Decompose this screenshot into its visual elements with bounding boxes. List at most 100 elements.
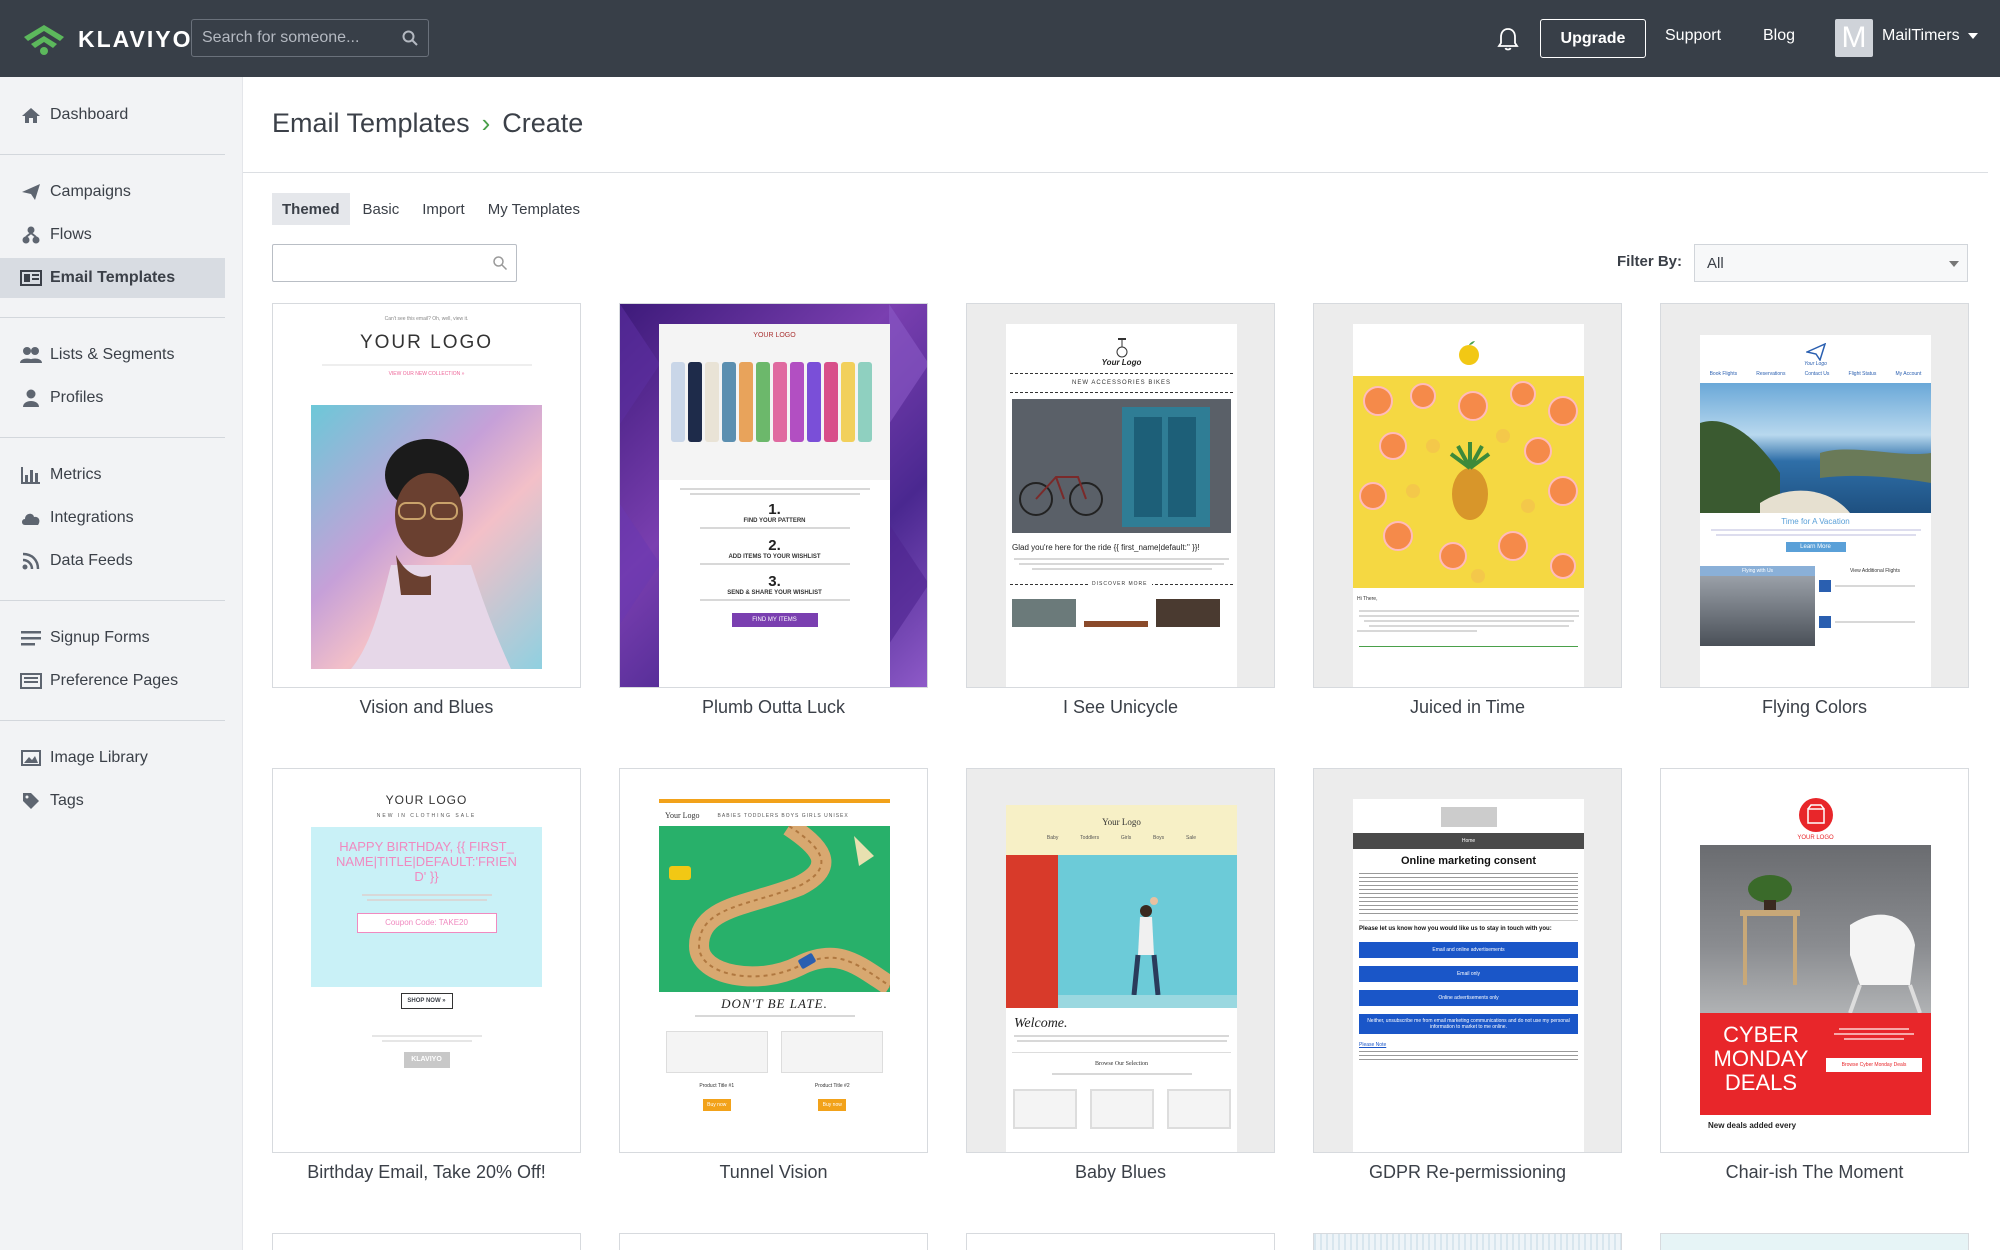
sidebar-item-lists-segments[interactable]: Lists & Segments	[0, 335, 225, 375]
preview-section-label: View Additional Flights	[1850, 568, 1900, 574]
paper-plane-icon	[20, 182, 42, 202]
sidebar-item-metrics[interactable]: Metrics	[0, 455, 225, 495]
template-search-input[interactable]	[273, 245, 516, 281]
template-title[interactable]: GDPR Re-permissioning	[1313, 1162, 1622, 1183]
template-card-birthday-email[interactable]: YOUR LOGO NEW IN CLOTHING SALE HAPPY BIR…	[272, 768, 581, 1183]
template-title[interactable]: Tunnel Vision	[619, 1162, 928, 1183]
tab-basic[interactable]: Basic	[353, 193, 410, 225]
template-card-baby-blues[interactable]: Your Logo Baby Toddlers Girls Boys Sale …	[966, 768, 1275, 1183]
account-caret-down-icon[interactable]	[1968, 33, 1978, 39]
tab-my-templates[interactable]: My Templates	[478, 193, 590, 225]
preview-option-button: Online advertisements only	[1359, 990, 1578, 1006]
preview-question: Please let us know how you would like us…	[1359, 926, 1552, 932]
template-card-partial[interactable]	[272, 1233, 581, 1250]
tab-themed[interactable]: Themed	[272, 193, 350, 225]
rss-icon	[20, 551, 42, 571]
divider	[0, 317, 225, 318]
sidebar-item-tags[interactable]: Tags	[0, 781, 225, 821]
form-icon	[20, 628, 42, 648]
avatar[interactable]: M	[1835, 19, 1873, 57]
template-thumbnail[interactable]: YOUR LOGO 1. FIND YOUR PATTERN 2. ADD IT…	[619, 303, 928, 688]
sidebar-item-label: Integrations	[50, 509, 134, 526]
filter-by-select[interactable]: All	[1694, 244, 1968, 282]
upgrade-button[interactable]: Upgrade	[1540, 19, 1646, 58]
sidebar-item-data-feeds[interactable]: Data Feeds	[0, 541, 225, 581]
sidebar-item-campaigns[interactable]: Campaigns	[0, 172, 225, 212]
template-card-flying-colors[interactable]: Your Logo Book Flights Reservations Cont…	[1660, 303, 1969, 718]
sidebar-item-flows[interactable]: Flows	[0, 215, 225, 255]
template-card-chair-ish-the-moment[interactable]: YOUR LOGO CYBER MONDAY DEALS Browse Cybe…	[1660, 768, 1969, 1183]
sidebar-item-signup-forms[interactable]: Signup Forms	[0, 618, 225, 658]
search-someone-input[interactable]	[192, 20, 428, 56]
tab-import[interactable]: Import	[412, 193, 475, 225]
blog-link[interactable]: Blog	[1763, 27, 1795, 45]
template-hero-image	[1700, 845, 1931, 1014]
sidebar: Dashboard Campaigns Flows Email Template…	[0, 77, 243, 1250]
template-thumbnail[interactable]: Your Logo BABIES TODDLERS BOYS GIRLS UNI…	[619, 768, 928, 1153]
template-thumbnail[interactable]: Your Logo NEW ACCESSORIES BIKES Glad you…	[966, 303, 1275, 688]
template-card-gdpr-re-permissioning[interactable]: Home Online marketing consent Please let…	[1313, 768, 1622, 1183]
sidebar-item-integrations[interactable]: Integrations	[0, 498, 225, 538]
search-someone-field[interactable]	[191, 19, 429, 57]
preview-headline: Online marketing consent	[1400, 855, 1537, 867]
search-icon[interactable]	[492, 255, 508, 271]
preview-subtext: VIEW OUR NEW COLLECTION »	[388, 371, 465, 377]
sidebar-item-label: Data Feeds	[50, 552, 133, 569]
template-title[interactable]: Flying Colors	[1660, 697, 1969, 718]
klaviyo-logo[interactable]: KLAVIYO	[20, 20, 193, 58]
sidebar-item-preference-pages[interactable]: Preference Pages	[0, 661, 225, 701]
top-navigation-bar: KLAVIYO Upgrade Support Blog M MailTimer…	[0, 0, 2000, 77]
preview-section-label: DISCOVER MORE	[1088, 581, 1152, 587]
template-hero-image: YOUR LOGO	[659, 324, 890, 480]
template-thumbnail[interactable]: YOUR LOGO CYBER MONDAY DEALS Browse Cybe…	[1660, 768, 1969, 1153]
template-search-field[interactable]	[272, 244, 517, 282]
template-card-partial[interactable]	[1313, 1233, 1622, 1250]
template-card-partial[interactable]	[619, 1233, 928, 1250]
template-card-partial[interactable]	[966, 1233, 1275, 1250]
template-title[interactable]: Vision and Blues	[272, 697, 581, 718]
template-thumbnail[interactable]: Your Logo Book Flights Reservations Cont…	[1660, 303, 1969, 688]
template-logo-text: Your Logo	[665, 811, 700, 820]
support-link[interactable]: Support	[1665, 27, 1721, 45]
template-card-tunnel-vision[interactable]: Your Logo BABIES TODDLERS BOYS GIRLS UNI…	[619, 768, 928, 1183]
template-card-juiced-in-time[interactable]: Hi There, Juiced in Time	[1313, 303, 1622, 718]
template-thumbnail[interactable]: YOUR LOGO NEW IN CLOTHING SALE HAPPY BIR…	[272, 768, 581, 1153]
store-logo-icon	[1798, 798, 1833, 832]
template-card-i-see-unicycle[interactable]: Your Logo NEW ACCESSORIES BIKES Glad you…	[966, 303, 1275, 718]
preview-nav: Book Flights Reservations Contact Us Fli…	[1700, 371, 1931, 377]
template-title[interactable]: Birthday Email, Take 20% Off!	[272, 1162, 581, 1183]
search-icon[interactable]	[401, 29, 419, 47]
template-thumbnail[interactable]: Can't see this email? Oh, well, view it.…	[272, 303, 581, 688]
template-title[interactable]: Plumb Outta Luck	[619, 697, 928, 718]
template-thumbnail[interactable]: Hi There,	[1313, 303, 1622, 688]
preview-headline: Welcome.	[1014, 1016, 1068, 1031]
template-thumbnail[interactable]: Home Online marketing consent Please let…	[1313, 768, 1622, 1153]
chevron-right-icon: ›	[481, 108, 491, 138]
template-title[interactable]: Chair-ish The Moment	[1660, 1162, 1969, 1183]
template-card-partial[interactable]	[1660, 1233, 1969, 1250]
sidebar-item-image-library[interactable]: Image Library	[0, 738, 225, 778]
sidebar-item-email-templates[interactable]: Email Templates	[0, 258, 225, 298]
sidebar-item-label: Preference Pages	[50, 672, 179, 689]
notification-bell-icon[interactable]	[1496, 26, 1520, 52]
breadcrumb-parent-link[interactable]: Email Templates	[272, 108, 470, 139]
template-title[interactable]: Juiced in Time	[1313, 697, 1622, 718]
template-logo-text: YOUR LOGO	[1797, 835, 1834, 841]
template-card-vision-and-blues[interactable]: Can't see this email? Oh, well, view it.…	[272, 303, 581, 718]
sidebar-item-label: Email Templates	[50, 269, 176, 286]
template-title[interactable]: I See Unicycle	[966, 697, 1275, 718]
sidebar-item-label: Tags	[50, 792, 84, 809]
account-name[interactable]: MailTimers	[1882, 27, 1960, 45]
preview-footer-logo: KLAVIYO	[403, 1052, 450, 1068]
template-logo-text: Your Logo	[1804, 361, 1827, 367]
sidebar-item-dashboard[interactable]: Dashboard	[0, 95, 225, 135]
sidebar-item-profiles[interactable]: Profiles	[0, 378, 225, 418]
template-thumbnail[interactable]: Your Logo Baby Toddlers Girls Boys Sale …	[966, 768, 1275, 1153]
preview-cta-button: Browse Cyber Monday Deals	[1826, 1058, 1922, 1072]
image-icon	[20, 748, 42, 768]
template-card-plumb-outta-luck[interactable]: YOUR LOGO 1. FIND YOUR PATTERN 2. ADD IT…	[619, 303, 928, 718]
template-logo-text: Your Logo	[1101, 358, 1142, 367]
preview-headline: HAPPY BIRTHDAY, {{ FIRST_NAME|TITLE|DEFA…	[336, 839, 517, 884]
template-title[interactable]: Baby Blues	[966, 1162, 1275, 1183]
home-icon	[20, 105, 42, 125]
